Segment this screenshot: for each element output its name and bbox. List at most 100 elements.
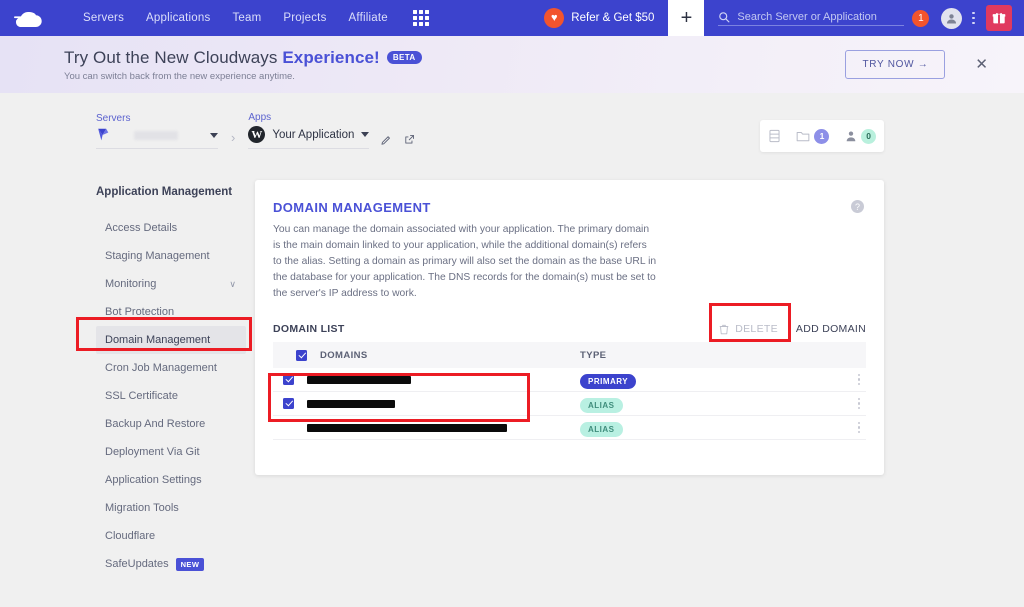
header-domains-cell: DOMAINS [283,349,580,361]
refer-and-earn-button[interactable]: ♥ Refer & Get $50 [544,8,668,28]
type-cell: ALIAS [580,395,830,413]
domain-list-title: DOMAIN LIST [273,323,345,335]
banner-title-plain: Try Out the New Cloudways [64,47,283,67]
heart-icon: ♥ [544,8,565,28]
header-type-label: TYPE [580,349,607,361]
try-now-button[interactable]: TRY NOW → [845,50,946,79]
app-page: Servers Applications Team Projects Affil… [0,0,1024,607]
sidebar-item-label: Bot Protection [105,306,175,318]
sidebar-item-label: SSL Certificate [105,390,178,402]
domain-table: DOMAINS TYPE PRIMARY ALIAS ALIAS [273,342,866,440]
sidebar-item-deployment-via-git[interactable]: Deployment Via Git [96,438,246,466]
app-selector[interactable]: W Your Application [248,126,370,149]
kebab-menu-icon[interactable] [972,11,975,25]
breadcrumb-servers-label: Servers [96,113,131,124]
sidebar-title: Application Management [96,186,233,198]
nav-link-affiliate[interactable]: Affiliate [338,12,399,24]
breadcrumb-apps-label: Apps [248,112,272,123]
banner-actions: TRY NOW → ✕ [845,50,1024,79]
sidebar-item-staging-management[interactable]: Staging Management [96,242,246,270]
sidebar-item-domain-management[interactable]: Domain Management [96,326,246,354]
sidebar-item-application-settings[interactable]: Application Settings [96,466,246,494]
sidebar-item-label: Cron Job Management [105,362,217,374]
banner-text-group: Try Out the New Cloudways Experience! BET… [64,48,422,82]
primary-nav-links: Servers Applications Team Projects Affil… [72,12,399,24]
apps-count-badge: 1 [814,128,830,144]
row-checkbox[interactable] [283,398,294,409]
banner-title-accent: Experience! [282,47,380,67]
breadcrumb-servers: Servers [96,113,218,149]
row-kebab-icon[interactable] [857,422,860,433]
help-question-icon[interactable]: ? [851,200,864,213]
sidebar-item-label: Monitoring [105,278,157,290]
refer-label: Refer & Get $50 [571,12,655,24]
sidebar-item-label: Deployment Via Git [105,446,200,458]
row-kebab-icon[interactable] [857,398,860,409]
banner-subtitle: You can switch back from the new experie… [64,70,295,82]
domain-name [307,423,507,432]
nav-link-applications[interactable]: Applications [135,12,221,24]
sidebar-item-migration-tools[interactable]: Migration Tools [96,494,246,522]
sidebar-item-safeupdates[interactable]: SafeUpdates NEW [96,550,246,578]
sidebar-item-access-details[interactable]: Access Details [96,214,246,242]
app-name: Your Application [272,128,355,141]
server-logo-icon [98,128,109,141]
nav-link-team[interactable]: Team [221,12,272,24]
table-row[interactable]: ALIAS [273,416,866,440]
resource-stats-box: 1 0 [760,120,884,152]
sidebar-item-backup-and-restore[interactable]: Backup And Restore [96,410,246,438]
pencil-edit-icon [381,136,391,145]
banner-title: Try Out the New Cloudways Experience! BET… [64,48,422,68]
sidebar-item-cloudflare[interactable]: Cloudflare [96,522,246,550]
delete-button[interactable]: DELETE [719,323,778,335]
top-nav-right-group: ♥ Refer & Get $50 + Search Server or App… [544,0,1024,36]
search-input[interactable]: Search Server or Application [718,11,905,26]
domain-cell [283,423,580,432]
add-new-button[interactable]: + [668,0,705,36]
server-list-stat[interactable] [768,129,781,143]
server-selector[interactable] [96,127,218,149]
top-navigation-bar: Servers Applications Team Projects Affil… [0,0,1024,36]
nav-link-servers[interactable]: Servers [72,12,135,24]
sidebar-item-bot-protection[interactable]: Bot Protection [96,298,246,326]
sidebar-item-ssl-certificate[interactable]: SSL Certificate [96,382,246,410]
user-avatar-icon[interactable] [941,7,963,29]
search-icon [719,11,730,22]
caret-down-icon[interactable] [210,132,218,138]
table-row[interactable]: PRIMARY [273,368,866,392]
breadcrumb-icon-actions [381,134,415,145]
header-type-cell: TYPE [580,350,830,361]
select-all-checkbox[interactable] [296,349,307,361]
server-name-redacted [134,130,178,140]
user-icon [846,130,856,141]
sidebar-item-label: Cloudflare [105,530,156,542]
header-domains-label: DOMAINS [320,349,368,361]
sidebar-item-label: SafeUpdates [105,558,169,570]
grid-apps-icon[interactable] [412,10,429,26]
app-caret-down-icon[interactable] [361,132,370,137]
domain-cell [283,374,580,385]
row-checkbox[interactable] [283,374,294,385]
notification-count-badge[interactable]: 1 [912,9,930,27]
sidebar-item-label: Migration Tools [105,502,179,514]
nav-link-projects[interactable]: Projects [272,12,337,24]
chevron-down-icon[interactable]: ∨ [229,279,236,290]
users-count-stat[interactable]: 0 [845,128,877,144]
domain-list-actions: DELETE ADD DOMAIN [719,323,866,335]
close-icon[interactable]: ✕ [975,57,988,72]
add-domain-button[interactable]: ADD DOMAIN [796,323,866,335]
apps-count-stat[interactable]: 1 [796,128,830,144]
table-row[interactable]: ALIAS [273,392,866,416]
gift-icon[interactable] [986,5,1012,31]
row-kebab-icon[interactable] [857,374,860,385]
status-badge: ALIAS [580,421,623,437]
external-link-icon [405,135,415,144]
sidebar-item-cron-job-management[interactable]: Cron Job Management [96,354,246,382]
sidebar-item-badge: NEW [175,557,205,571]
domain-management-card: DOMAIN MANAGEMENT ? You can manage the d… [255,180,884,475]
type-cell: PRIMARY [580,371,830,389]
page-title: DOMAIN MANAGEMENT [273,200,431,215]
sidebar-item-monitoring[interactable]: Monitoring ∨ [96,270,246,298]
server-list-icon [769,129,780,143]
cloudways-logo[interactable] [14,5,60,31]
